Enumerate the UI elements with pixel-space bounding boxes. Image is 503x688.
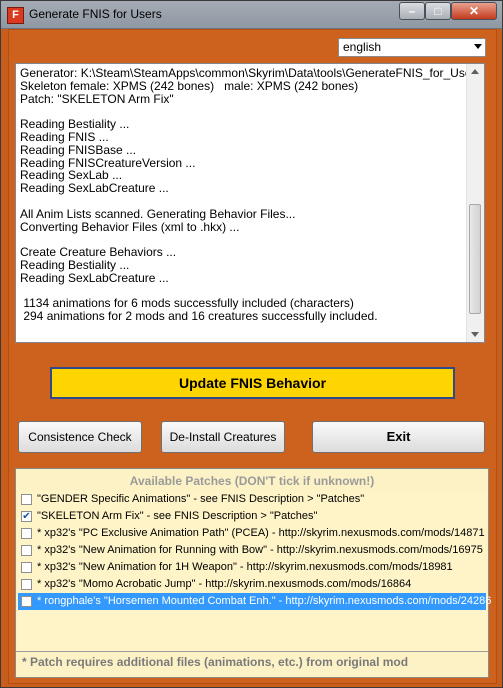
scroll-thumb[interactable] — [469, 204, 481, 314]
scroll-up-icon[interactable] — [471, 69, 479, 74]
patch-label: "GENDER Specific Animations" - see FNIS … — [37, 493, 365, 505]
log-scrollbar[interactable] — [466, 64, 484, 342]
patch-checkbox[interactable] — [21, 545, 32, 556]
patch-label: * rongphale's "Horsemen Mounted Combat E… — [37, 595, 492, 607]
scroll-down-icon[interactable] — [471, 332, 479, 337]
language-select[interactable]: english — [338, 38, 486, 57]
consistence-check-button[interactable]: Consistence Check — [18, 421, 142, 453]
window-title: Generate FNIS for Users — [29, 7, 162, 21]
deinstall-creatures-button[interactable]: De-Install Creatures — [161, 421, 285, 453]
patch-label: * xp32's "PC Exclusive Animation Path" (… — [37, 527, 485, 539]
log-line: Skeleton female: XPMS (242 bones) male: … — [20, 78, 359, 93]
patch-label: * xp32's "New Animation for Running with… — [37, 544, 483, 556]
log-line: Reading Bestiality ... — [20, 257, 130, 272]
language-selected-value: english — [343, 40, 382, 54]
log-line: Reading FNISBase ... — [20, 142, 137, 157]
patch-item[interactable]: * xp32's "PC Exclusive Animation Path" (… — [18, 525, 486, 542]
checkmark-icon: ✔ — [22, 511, 31, 522]
patch-item[interactable]: * xp32's "Momo Acrobatic Jump" - http://… — [18, 576, 486, 593]
patch-item[interactable]: * rongphale's "Horsemen Mounted Combat E… — [18, 593, 491, 610]
minimize-button[interactable]: – — [399, 2, 425, 20]
close-icon: ✕ — [468, 4, 480, 18]
minimize-icon: – — [408, 4, 416, 18]
patch-label: * xp32's "Momo Acrobatic Jump" - http://… — [37, 578, 412, 590]
log-output[interactable]: Generator: K:\Steam\SteamApps\common\Sky… — [15, 63, 485, 343]
title-bar[interactable]: F Generate FNIS for Users – □ ✕ — [1, 1, 502, 29]
patch-checkbox[interactable] — [21, 596, 32, 607]
log-line: 294 animations for 2 mods and 16 creatur… — [20, 309, 378, 324]
patch-checkbox[interactable] — [21, 494, 32, 505]
patch-label: * xp32's "New Animation for 1H Weapon" -… — [37, 561, 453, 573]
close-button[interactable]: ✕ — [451, 2, 497, 20]
patch-item[interactable]: ✔ "SKELETON Arm Fix" - see FNIS Descripti… — [18, 508, 486, 525]
fnis-app-icon: F — [7, 7, 24, 24]
patch-item[interactable]: * xp32's "New Animation for 1H Weapon" -… — [18, 559, 486, 576]
patch-checkbox[interactable] — [21, 562, 32, 573]
patch-checkbox[interactable] — [21, 579, 32, 590]
patch-checkbox[interactable]: ✔ — [21, 511, 32, 522]
log-line: Patch: "SKELETON Arm Fix" — [20, 91, 174, 106]
patches-list[interactable]: "GENDER Specific Animations" - see FNIS … — [18, 491, 491, 651]
log-line: All Anim Lists scanned. Generating Behav… — [20, 206, 296, 221]
exit-button[interactable]: Exit — [312, 421, 485, 453]
patches-footnote: * Patch requires additional files (anima… — [16, 651, 488, 669]
chevron-down-icon — [474, 44, 482, 49]
log-line: Reading SexLabCreature ... — [20, 270, 169, 285]
maximize-button[interactable]: □ — [425, 2, 451, 20]
patch-item[interactable]: * xp32's "New Animation for Running with… — [18, 542, 486, 559]
patch-label: "SKELETON Arm Fix" - see FNIS Descriptio… — [37, 510, 318, 522]
patch-checkbox[interactable] — [21, 528, 32, 539]
maximize-icon: □ — [434, 4, 442, 18]
update-fnis-behavior-button[interactable]: Update FNIS Behavior — [50, 367, 455, 399]
available-patches-panel: Available Patches (DON'T tick if unknown… — [15, 468, 491, 678]
log-line: Reading FNIS ... — [20, 129, 109, 144]
log-line: Reading SexLabCreature ... — [20, 181, 169, 196]
patch-item[interactable]: "GENDER Specific Animations" - see FNIS … — [18, 491, 486, 508]
log-line: Converting Behavior Files (xml to .hkx) … — [20, 219, 240, 234]
log-text: Generator: K:\Steam\SteamApps\common\Sky… — [20, 66, 482, 324]
app-window: F Generate FNIS for Users – □ ✕ english … — [0, 0, 503, 688]
log-line: Generator: K:\Steam\SteamApps\common\Sky… — [20, 66, 482, 80]
patches-header: Available Patches (DON'T tick if unknown… — [129, 474, 375, 488]
